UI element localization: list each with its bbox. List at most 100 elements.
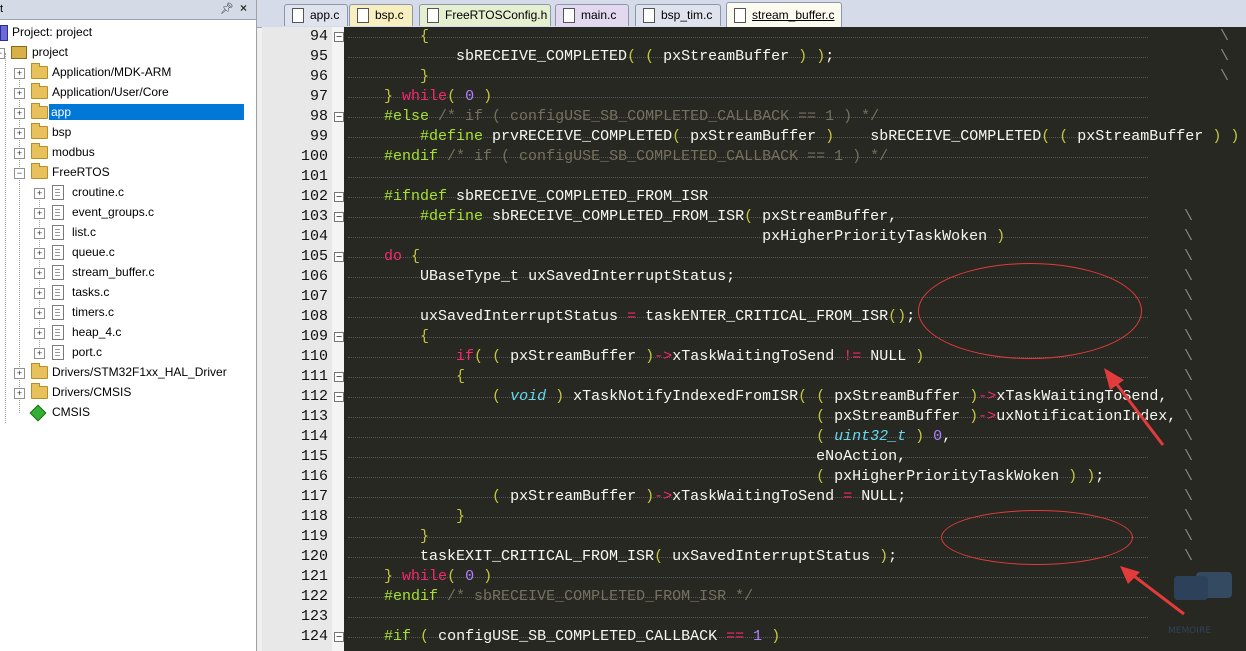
expand-icon[interactable]: + <box>34 268 45 279</box>
code-line: } <box>348 67 1148 87</box>
line-continuation-backslash: \ <box>1184 288 1194 305</box>
code-line: do { <box>348 247 1148 267</box>
expand-icon[interactable]: + <box>34 348 45 359</box>
line-continuation-backslash: \ <box>1184 548 1194 565</box>
line-number: 113 <box>300 408 328 425</box>
tab-main-c[interactable]: main.c <box>555 4 629 26</box>
file-icon <box>563 8 575 23</box>
code-line: { <box>348 367 1148 387</box>
folder-icon <box>31 123 48 139</box>
line-continuation-backslash: \ <box>1220 48 1230 65</box>
line-continuation-backslash: \ <box>1184 228 1194 245</box>
file-icon <box>643 8 655 23</box>
tab-app-c[interactable]: app.c <box>284 4 348 26</box>
code-line: #endif /* sbRECEIVE_COMPLETED_FROM_ISR *… <box>348 587 1148 607</box>
code-line: { <box>348 27 1148 47</box>
file-icon <box>52 325 64 340</box>
close-icon[interactable]: × <box>240 1 247 15</box>
fold-toggle-icon[interactable]: − <box>334 192 344 202</box>
code-line: ( pxStreamBuffer )->xTaskWaitingToSend =… <box>348 487 1148 507</box>
expand-icon[interactable]: + <box>14 128 25 139</box>
line-continuation-backslash: \ <box>1184 528 1194 545</box>
folder-icon <box>31 103 48 119</box>
expand-icon[interactable]: + <box>14 88 25 99</box>
fold-toggle-icon[interactable]: − <box>334 252 344 262</box>
file-icon <box>52 245 64 260</box>
project-target-icon <box>0 25 8 41</box>
line-number: 109 <box>300 328 328 345</box>
code-line: #else /* if ( configUSE_SB_COMPLETED_CAL… <box>348 107 1148 127</box>
line-number: 115 <box>300 448 328 465</box>
expand-icon[interactable]: + <box>14 368 25 379</box>
file-icon <box>52 265 64 280</box>
collapse-icon[interactable]: − <box>0 48 5 59</box>
tab-freertosconfig-h[interactable]: FreeRTOSConfig.h <box>419 4 551 26</box>
line-continuation-backslash: \ <box>1184 308 1194 325</box>
code-line: #endif /* if ( configUSE_SB_COMPLETED_CA… <box>348 147 1148 167</box>
file-icon <box>52 205 64 220</box>
fold-toggle-icon[interactable]: − <box>334 32 344 42</box>
folder-icon <box>31 163 48 179</box>
line-continuation-backslash: \ <box>1184 388 1194 405</box>
line-number: 104 <box>300 228 328 245</box>
folder-icon <box>31 83 48 99</box>
expand-icon[interactable]: + <box>34 248 45 259</box>
line-number: 111 <box>300 368 328 385</box>
file-icon <box>292 8 304 23</box>
code-line: ( pxStreamBuffer )->uxNotificationIndex, <box>348 407 1176 427</box>
expand-icon[interactable]: + <box>34 188 45 199</box>
expand-icon[interactable]: + <box>14 68 25 79</box>
expand-icon[interactable]: + <box>34 208 45 219</box>
line-continuation-backslash: \ <box>1184 368 1194 385</box>
project-folder-icon <box>11 46 27 59</box>
file-icon <box>734 8 746 23</box>
fold-toggle-icon[interactable]: − <box>334 332 344 342</box>
line-continuation-backslash: \ <box>1184 208 1194 225</box>
line-number: 117 <box>300 488 328 505</box>
code-line: pxHigherPriorityTaskWoken ) <box>348 227 1148 247</box>
line-continuation-backslash: \ <box>1184 508 1194 525</box>
folder-icon <box>31 143 48 159</box>
tab-stream-buffer-c[interactable]: stream_buffer.c <box>726 2 842 28</box>
fold-toggle-icon[interactable]: − <box>334 372 344 382</box>
pin-icon[interactable]: 📌︎ <box>220 2 234 15</box>
line-continuation-backslash: \ <box>1220 68 1230 85</box>
tab-bsp-c[interactable]: bsp.c <box>349 4 413 26</box>
expand-icon[interactable]: + <box>34 288 45 299</box>
collapse-icon[interactable]: − <box>14 168 25 179</box>
line-number: 105 <box>300 248 328 265</box>
line-continuation-backslash: \ <box>1184 468 1194 485</box>
expand-icon[interactable]: + <box>34 328 45 339</box>
fold-toggle-icon[interactable]: − <box>334 112 344 122</box>
code-line: ( void ) xTaskNotifyIndexedFromISR( ( px… <box>348 387 1167 407</box>
line-number: 118 <box>300 508 328 525</box>
line-number: 119 <box>300 528 328 545</box>
code-line: taskEXIT_CRITICAL_FROM_ISR( uxSavedInter… <box>348 547 1148 567</box>
red-annotation-ellipse-1 <box>918 263 1142 359</box>
folder-icon <box>31 383 48 399</box>
tab-bsp-tim-c[interactable]: bsp_tim.c <box>635 4 721 26</box>
code-line: } while( 0 ) <box>348 567 1148 587</box>
expand-icon[interactable]: + <box>14 148 25 159</box>
line-continuation-backslash: \ <box>1184 408 1194 425</box>
line-number: 106 <box>300 268 328 285</box>
code-line: } while( 0 ) <box>348 87 1148 107</box>
line-continuation-backslash: \ <box>1184 268 1194 285</box>
expand-icon[interactable]: + <box>14 108 25 119</box>
line-continuation-backslash: \ <box>1184 248 1194 265</box>
expand-icon[interactable]: + <box>14 388 25 399</box>
line-number: 120 <box>300 548 328 565</box>
fold-toggle-icon[interactable]: − <box>334 212 344 222</box>
expand-icon[interactable]: + <box>34 308 45 319</box>
fold-toggle-icon[interactable]: − <box>334 632 344 642</box>
line-number: 103 <box>300 208 328 225</box>
file-icon <box>52 285 64 300</box>
file-icon <box>52 225 64 240</box>
expand-icon[interactable]: + <box>34 228 45 239</box>
editor-tab-bar: app.c bsp.c FreeRTOSConfig.h main.c bsp_… <box>257 0 1246 28</box>
line-continuation-backslash: \ <box>1184 348 1194 365</box>
fold-toggle-icon[interactable]: − <box>334 392 344 402</box>
line-number: 101 <box>300 168 328 185</box>
line-number: 98 <box>309 108 328 125</box>
line-number: 112 <box>300 388 328 405</box>
